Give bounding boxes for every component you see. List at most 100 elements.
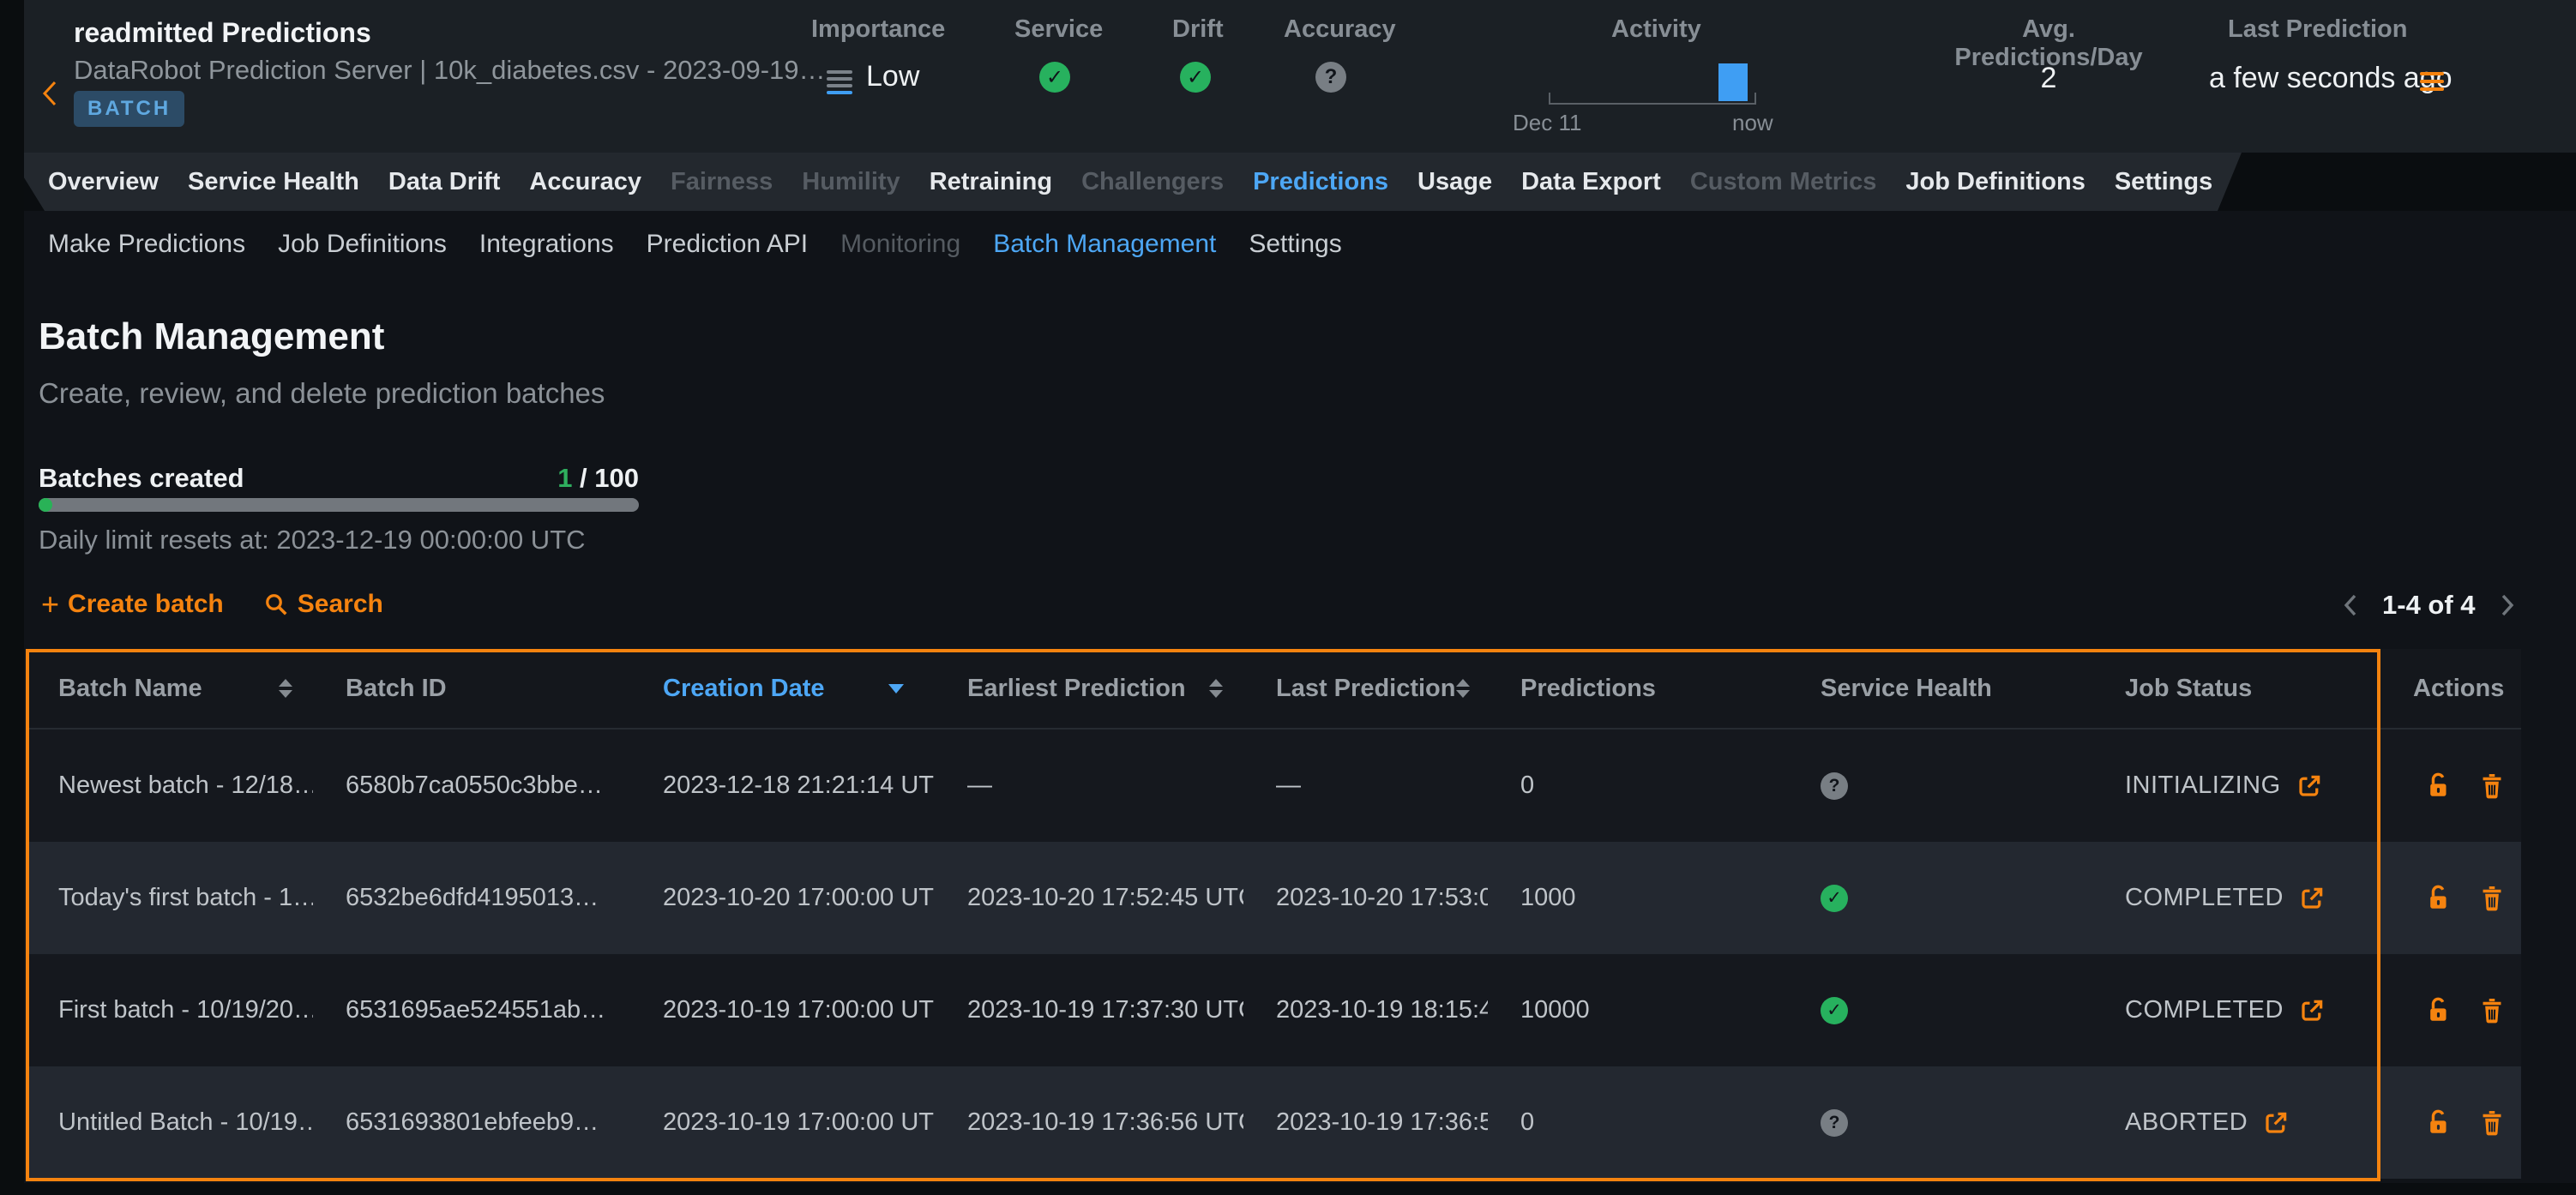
tab-predictions[interactable]: Predictions [1253, 168, 1388, 196]
col-header-batch-name[interactable]: Batch Name [26, 675, 313, 703]
accuracy-unknown-icon [1315, 62, 1346, 93]
cell-earliest-prediction: 2023-10-19 17:36:56 UTC [935, 1108, 1243, 1137]
external-link-icon[interactable] [2299, 886, 2325, 911]
batches-used-count: 1 [557, 463, 572, 493]
external-link-icon[interactable] [2263, 1110, 2289, 1136]
cell-predictions: 1000 [1488, 884, 1788, 912]
cell-service-health [1788, 772, 2092, 800]
tab-overview[interactable]: Overview [48, 168, 159, 196]
batches-progress-fill [39, 498, 52, 512]
tab-data-export[interactable]: Data Export [1521, 168, 1661, 196]
subtab-batch-management[interactable]: Batch Management [993, 230, 1216, 259]
activity-chart-axis [1549, 93, 1756, 105]
create-batch-button[interactable]: + Create batch [41, 590, 224, 619]
lock-icon[interactable] [2425, 772, 2453, 801]
lock-icon[interactable] [2425, 884, 2453, 913]
pagination-prev-icon[interactable] [2341, 592, 2360, 618]
cell-last-prediction: 2023-10-19 18:15:46 UTC [1243, 996, 1488, 1024]
accuracy-label: Accuracy [1284, 15, 1396, 44]
batches-limit-count: / 100 [572, 463, 639, 493]
col-header-creation-date[interactable]: Creation Date [630, 675, 935, 703]
cell-last-prediction: — [1243, 772, 1488, 800]
cell-batch-name: First batch - 10/19/20… [26, 996, 313, 1024]
subtab-make-predictions[interactable]: Make Predictions [48, 230, 245, 259]
batches-created-counter: 1 / 100 [557, 463, 639, 494]
table-row[interactable]: First batch - 10/19/20… 6531695ae524551a… [26, 954, 2521, 1066]
cell-batch-id: 6531695ae524551ab… [313, 996, 630, 1024]
tab-job-definitions[interactable]: Job Definitions [1905, 168, 2085, 196]
col-header-batch-id[interactable]: Batch ID [313, 675, 630, 703]
col-header-actions: Actions [2380, 675, 2521, 703]
trash-icon[interactable] [2478, 772, 2506, 801]
trash-icon[interactable] [2478, 996, 2506, 1025]
cell-actions [2380, 1108, 2521, 1138]
table-row[interactable]: Today's first batch - 1… 6532be6dfd41950… [26, 842, 2521, 954]
deployment-subtitle: DataRobot Prediction Server | 10k_diabet… [74, 55, 826, 86]
col-header-job-status: Job Status [2092, 675, 2380, 703]
cell-creation-date: 2023-10-19 17:00:00 UTC [630, 996, 935, 1024]
tab-accuracy[interactable]: Accuracy [529, 168, 641, 196]
batches-created-label: Batches created [39, 463, 244, 494]
table-toolbar: + Create batch Search [41, 590, 383, 619]
left-edge-strip [0, 0, 24, 1195]
last-prediction-menu-icon[interactable] [2420, 72, 2444, 91]
drift-status-icon [1180, 62, 1211, 93]
pagination-range: 1-4 of 4 [2382, 590, 2476, 621]
subtab-integrations[interactable]: Integrations [479, 230, 614, 259]
batches-table: Batch Name Batch ID Creation Date Earlie… [26, 649, 2521, 1179]
cell-job-status: INITIALIZING [2092, 772, 2380, 800]
table-header-row: Batch Name Batch ID Creation Date Earlie… [26, 649, 2521, 730]
subtab-prediction-api[interactable]: Prediction API [647, 230, 808, 259]
external-link-icon[interactable] [2296, 773, 2322, 799]
activity-start-tick: Dec 11 [1513, 110, 1581, 136]
create-batch-label: Create batch [68, 590, 224, 619]
pagination-next-icon[interactable] [2498, 592, 2517, 618]
tab-fairness[interactable]: Fairness [671, 168, 773, 196]
service-health-icon [1039, 62, 1070, 93]
external-link-icon[interactable] [2299, 998, 2325, 1024]
cell-predictions: 10000 [1488, 996, 1788, 1024]
cell-batch-id: 6532be6dfd4195013… [313, 884, 630, 912]
tab-challengers[interactable]: Challengers [1081, 168, 1224, 196]
health-status-icon [1821, 772, 1848, 800]
trash-icon[interactable] [2478, 1108, 2506, 1138]
tab-notifications[interactable]: Notifications [2242, 168, 2392, 196]
tab-custom-metrics[interactable]: Custom Metrics [1690, 168, 1877, 196]
tab-data-drift[interactable]: Data Drift [388, 168, 501, 196]
subtab-settings[interactable]: Settings [1249, 230, 1341, 259]
col-header-earliest-prediction[interactable]: Earliest Prediction [935, 675, 1243, 703]
table-row[interactable]: Newest batch - 12/18… 6580b7ca0550c3bbe…… [26, 730, 2521, 842]
table-row[interactable]: Untitled Batch - 10/19… 6531693801ebfeeb… [26, 1066, 2521, 1179]
importance-low-icon [827, 70, 852, 94]
tab-service-health[interactable]: Service Health [188, 168, 359, 196]
tab-retraining[interactable]: Retraining [930, 168, 1052, 196]
cell-batch-name: Newest batch - 12/18… [26, 772, 313, 800]
subtab-monitoring[interactable]: Monitoring [840, 230, 960, 259]
search-button[interactable]: Search [263, 590, 383, 619]
app-window: readmitted Predictions DataRobot Predict… [0, 0, 2576, 1195]
page-title: Batch Management [39, 315, 384, 358]
health-status-icon [1821, 997, 1848, 1024]
col-header-predictions: Predictions [1488, 675, 1788, 703]
cell-earliest-prediction: — [935, 772, 1243, 800]
cell-batch-id: 6531693801ebfeeb9… [313, 1108, 630, 1137]
cell-batch-name: Today's first batch - 1… [26, 884, 313, 912]
col-header-last-prediction[interactable]: Last Prediction [1243, 675, 1488, 703]
health-status-icon [1821, 885, 1848, 912]
cell-last-prediction: 2023-10-20 17:53:03 UTC [1243, 884, 1488, 912]
lock-icon[interactable] [2425, 1108, 2453, 1138]
main-nav: Overview Service Health Data Drift Accur… [0, 153, 2576, 211]
back-chevron-icon[interactable] [38, 79, 63, 108]
sort-icon [279, 679, 292, 698]
predictions-subnav: Make Predictions Job Definitions Integra… [24, 230, 1342, 259]
daily-limit-note: Daily limit resets at: 2023-12-19 00:00:… [39, 525, 586, 555]
tab-usage[interactable]: Usage [1417, 168, 1492, 196]
subtab-job-definitions[interactable]: Job Definitions [278, 230, 447, 259]
trash-icon[interactable] [2478, 884, 2506, 913]
col-header-service-health: Service Health [1788, 675, 2092, 703]
tab-settings[interactable]: Settings [2115, 168, 2212, 196]
tab-humility[interactable]: Humility [802, 168, 900, 196]
cell-earliest-prediction: 2023-10-20 17:52:45 UTC [935, 884, 1243, 912]
sort-desc-icon [888, 684, 904, 694]
lock-icon[interactable] [2425, 996, 2453, 1025]
